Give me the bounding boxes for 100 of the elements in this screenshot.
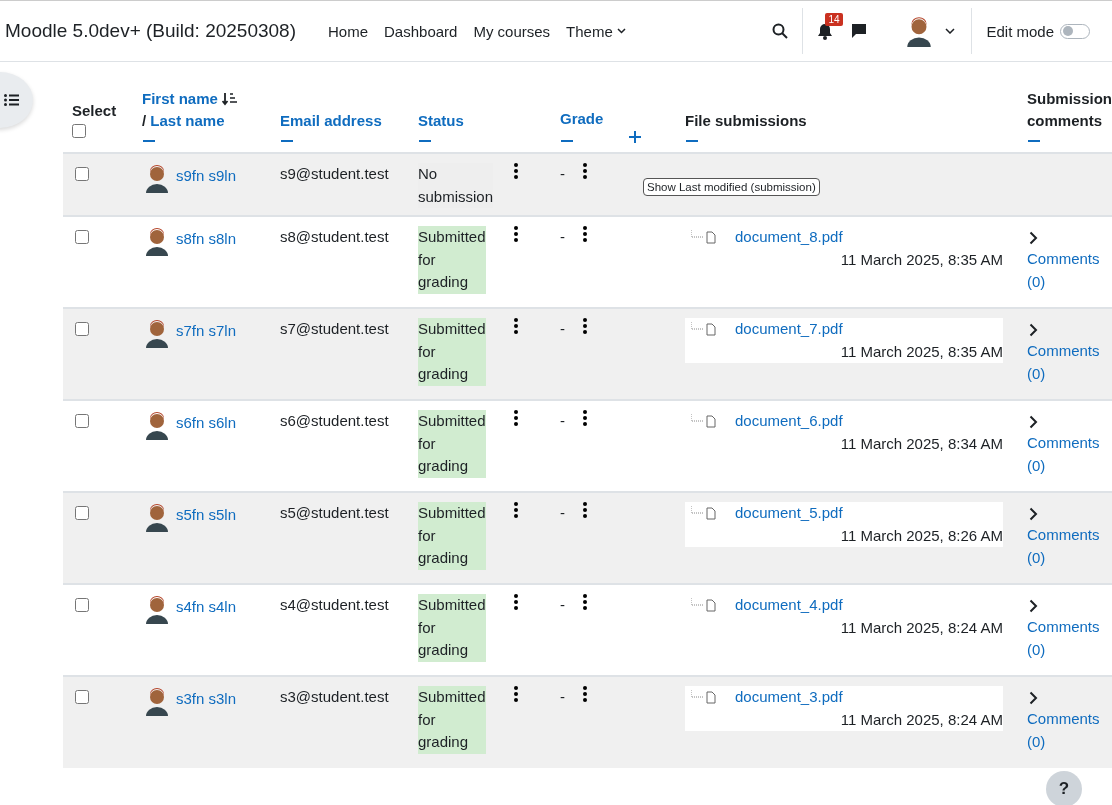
chevron-right-icon[interactable]	[1029, 599, 1038, 613]
email-text: s3@student.test	[280, 688, 389, 705]
pdf-file-icon	[691, 690, 717, 705]
pdf-file-icon	[691, 230, 717, 245]
pdf-file-icon	[691, 322, 717, 337]
grade-text: -	[560, 503, 565, 523]
student-name-link[interactable]: s8fn s8ln	[176, 228, 237, 251]
select-all-checkbox[interactable]	[72, 124, 86, 138]
email-text: s5@student.test	[280, 504, 389, 521]
actions-menu-icon[interactable]	[514, 226, 518, 242]
sort-link[interactable]: Grade	[560, 110, 604, 127]
student-name-link[interactable]: s7fn s7ln	[176, 320, 237, 343]
grade-text: -	[560, 319, 565, 339]
comments-link[interactable]: Comments (0)	[1027, 340, 1105, 385]
email-text: s7@student.test	[280, 320, 389, 337]
edit-mode-switch[interactable]	[1060, 23, 1090, 39]
nav-link[interactable]: Home	[328, 22, 369, 40]
student-name-link[interactable]: s9fn s9ln	[176, 165, 237, 188]
grade-text: -	[560, 164, 565, 184]
actions-menu-icon[interactable]	[514, 318, 518, 334]
file-link[interactable]: document_4.pdf	[735, 594, 843, 617]
row-checkbox[interactable]	[75, 598, 89, 612]
chevron-right-icon[interactable]	[1029, 415, 1038, 429]
grade-text: -	[560, 227, 565, 247]
edit-mode-label: Edit mode	[986, 22, 1054, 40]
chevron-down-icon[interactable]	[945, 28, 956, 34]
pdf-file-icon	[691, 506, 717, 521]
comments-link[interactable]: Comments (0)	[1027, 432, 1105, 477]
actions-menu-icon[interactable]	[514, 594, 518, 610]
nav-link[interactable]: My courses	[473, 22, 551, 40]
student-name-link[interactable]: s6fn s6ln	[176, 412, 237, 435]
tooltip: Show Last modified (submission)	[643, 178, 820, 196]
header-separator: /	[142, 112, 148, 129]
actions-menu-icon[interactable]	[514, 410, 518, 426]
list-icon	[4, 94, 19, 106]
row-checkbox[interactable]	[75, 230, 89, 244]
comments-link[interactable]: Comments (0)	[1027, 616, 1105, 661]
student-name-link[interactable]: s3fn s3ln	[176, 688, 237, 711]
sort-link[interactable]: First name	[142, 88, 218, 110]
file-link[interactable]: document_8.pdf	[735, 226, 843, 249]
actions-menu-icon[interactable]	[514, 686, 518, 702]
sort-link[interactable]: Email address	[280, 112, 382, 129]
bell-icon[interactable]	[817, 22, 834, 40]
nav-link[interactable]: Dashboard	[384, 22, 458, 40]
submission-status: Submitted for grading	[418, 686, 486, 754]
file-link[interactable]: document_3.pdf	[735, 686, 843, 709]
submission-status: Submitted for grading	[418, 502, 486, 570]
file-link[interactable]: document_6.pdf	[735, 410, 843, 433]
sort-link[interactable]: Status	[418, 112, 464, 129]
submission-date: 11 March 2025, 8:35 AM	[840, 342, 1003, 360]
student-name-link[interactable]: s5fn s5ln	[176, 504, 237, 527]
site-name[interactable]: Moodle 5.0dev+ (Build: 20250308)	[5, 20, 296, 42]
comments-link[interactable]: Comments (0)	[1027, 708, 1105, 753]
submission-date: 11 March 2025, 8:34 AM	[840, 434, 1003, 452]
expand-icon[interactable]	[628, 130, 642, 144]
column-header: Submission comments	[1027, 89, 1112, 131]
student-name-link[interactable]: s4fn s4ln	[176, 596, 237, 619]
row-checkbox[interactable]	[75, 506, 89, 520]
row-checkbox[interactable]	[75, 322, 89, 336]
submission-status: Submitted for grading	[418, 226, 486, 294]
pdf-file-icon	[691, 414, 717, 429]
actions-menu-icon[interactable]	[583, 318, 587, 334]
actions-menu-icon[interactable]	[583, 502, 587, 518]
notification-badge: 14	[825, 13, 843, 26]
column-header: Select	[72, 101, 118, 121]
actions-menu-icon[interactable]	[583, 226, 587, 242]
row-checkbox[interactable]	[75, 690, 89, 704]
chevron-right-icon[interactable]	[1029, 323, 1038, 337]
nav-link[interactable]: Theme	[566, 22, 626, 40]
email-text: s4@student.test	[280, 596, 389, 613]
grade-text: -	[560, 595, 565, 615]
submission-status: Submitted for grading	[418, 318, 486, 386]
file-link[interactable]: document_5.pdf	[735, 502, 843, 525]
actions-menu-icon[interactable]	[583, 163, 587, 179]
actions-menu-icon[interactable]	[583, 410, 587, 426]
column-header: File submissions	[685, 112, 807, 129]
submission-date: 11 March 2025, 8:24 AM	[840, 710, 1003, 728]
help-button[interactable]: ?	[1046, 771, 1082, 805]
actions-menu-icon[interactable]	[583, 686, 587, 702]
sort-ascending-icon[interactable]	[221, 92, 238, 106]
email-text: s8@student.test	[280, 228, 389, 245]
email-text: s6@student.test	[280, 412, 389, 429]
submission-status: Submitted for grading	[418, 410, 486, 478]
pdf-file-icon	[691, 598, 717, 613]
row-checkbox[interactable]	[75, 167, 89, 181]
chevron-right-icon[interactable]	[1029, 507, 1038, 521]
chevron-right-icon[interactable]	[1029, 691, 1038, 705]
submission-status: Submitted for grading	[418, 594, 486, 662]
actions-menu-icon[interactable]	[514, 163, 518, 179]
chevron-right-icon[interactable]	[1029, 231, 1038, 245]
file-link[interactable]: document_7.pdf	[735, 318, 843, 341]
actions-menu-icon[interactable]	[514, 502, 518, 518]
actions-menu-icon[interactable]	[583, 594, 587, 610]
comments-link[interactable]: Comments (0)	[1027, 524, 1105, 569]
grade-text: -	[560, 687, 565, 707]
row-checkbox[interactable]	[75, 414, 89, 428]
comments-link[interactable]: Comments (0)	[1027, 248, 1105, 293]
sort-link[interactable]: Last name	[150, 112, 225, 129]
submission-date: 11 March 2025, 8:26 AM	[840, 526, 1003, 544]
email-text: s9@student.test	[280, 165, 389, 182]
